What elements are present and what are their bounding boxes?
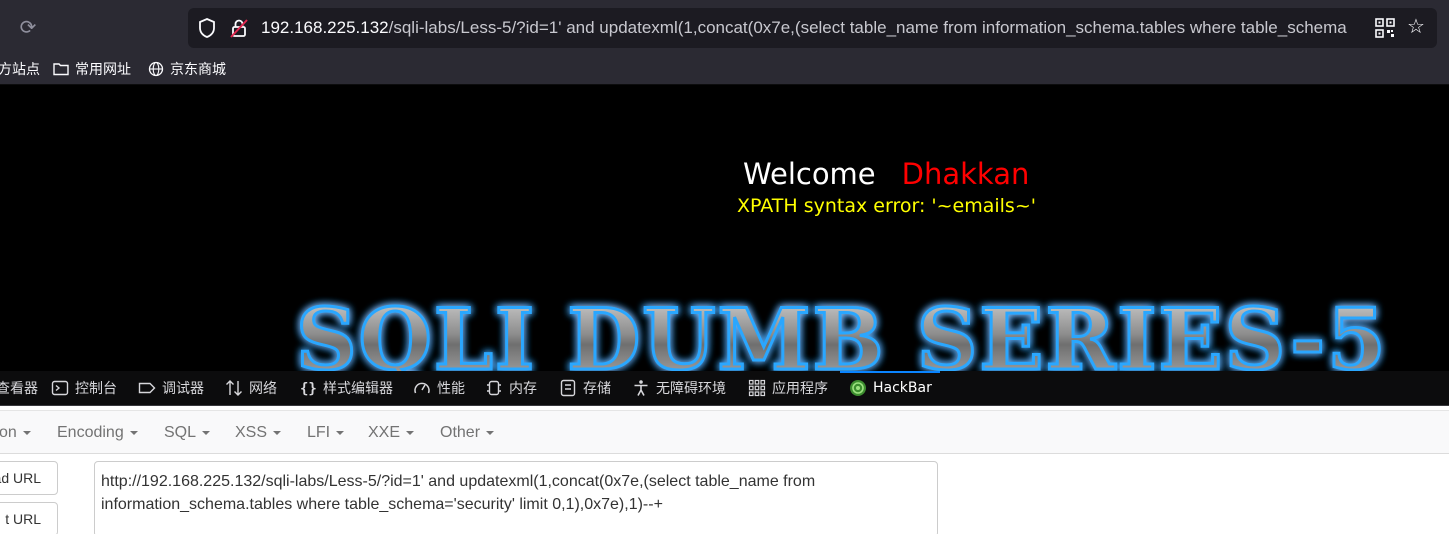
insecure-lock-icon[interactable] xyxy=(230,18,248,38)
tab-label: HackBar xyxy=(873,380,932,396)
bookmark-jd[interactable]: 京东商城 xyxy=(148,59,226,79)
url-host: 192.168.225.132 xyxy=(261,18,389,37)
menu-label: Other xyxy=(440,424,481,441)
chevron-down-icon xyxy=(486,430,495,435)
reload-icon[interactable]: ⟳ xyxy=(16,16,40,40)
bookmark-label: 方站点 xyxy=(0,62,40,78)
tab-style-editor[interactable]: {} 样式编辑器 xyxy=(299,377,393,399)
tab-label: 调试器 xyxy=(162,381,204,397)
tab-label: 性能 xyxy=(437,381,465,397)
tab-network[interactable]: 网络 xyxy=(225,377,277,399)
tab-storage[interactable]: 存储 xyxy=(559,377,611,399)
shield-icon[interactable] xyxy=(198,18,216,38)
menu-encoding[interactable]: Encoding xyxy=(57,424,138,442)
performance-icon xyxy=(414,382,430,394)
tab-label: 存储 xyxy=(583,381,611,397)
tab-label: 应用程序 xyxy=(772,381,828,397)
welcome-line: Welcome Dhakkan xyxy=(743,157,1029,192)
bookmarks-bar: 方站点 常用网址 京东商城 xyxy=(0,54,1449,85)
menu-label: XXE xyxy=(368,424,401,441)
tab-label: 无障碍环境 xyxy=(656,381,726,397)
menu-label: LFI xyxy=(307,424,331,441)
bookmark-folder-common[interactable]: 常用网址 xyxy=(53,59,131,79)
folder-icon xyxy=(53,63,69,76)
address-bar[interactable]: 192.168.225.132/sqli-labs/Less-5/?id=1' … xyxy=(188,8,1437,48)
devtools-tabbar: 查看器 控制台 调试器 网络 {} 样式编辑器 性能 内存 存储 无障碍环境 应 xyxy=(0,371,1449,406)
split-url-button[interactable]: t URL xyxy=(0,502,58,534)
console-icon xyxy=(51,380,69,396)
tab-label: 网络 xyxy=(249,381,277,397)
tab-memory[interactable]: 内存 xyxy=(485,377,537,399)
menu-label: Encoding xyxy=(57,424,124,441)
accessibility-icon xyxy=(634,380,648,396)
menu-xss[interactable]: XSS xyxy=(235,424,282,442)
application-icon xyxy=(748,379,766,397)
debugger-icon xyxy=(138,382,156,394)
tab-console[interactable]: 控制台 xyxy=(51,377,117,399)
hackbar-panel: on Encoding SQL XSS LFI XXE Other ad URL… xyxy=(0,406,1449,534)
style-editor-icon: {} xyxy=(300,381,317,397)
menu-other[interactable]: Other xyxy=(440,424,495,442)
tab-label: 控制台 xyxy=(75,381,117,397)
memory-icon xyxy=(487,380,501,396)
qr-code-icon[interactable] xyxy=(1375,18,1395,38)
tab-application[interactable]: 应用程序 xyxy=(748,377,828,399)
svg-text:{}: {} xyxy=(300,381,317,397)
tab-performance[interactable]: 性能 xyxy=(413,377,465,399)
sqli-banner-logo: SQLI DUMB SERIES-5 xyxy=(295,291,1388,371)
network-icon xyxy=(226,380,242,396)
hackbar-icon xyxy=(850,380,866,396)
browser-toolbar: ⟳ 192.168.225.132/sqli-labs/Less-5/?id=1… xyxy=(0,0,1449,54)
chevron-down-icon xyxy=(273,430,282,435)
tab-label: 查看器 xyxy=(0,381,38,397)
hackbar-menubar: on Encoding SQL XSS LFI XXE Other xyxy=(0,410,1449,454)
bookmark-item[interactable]: 方站点 xyxy=(0,59,40,79)
chevron-down-icon xyxy=(406,430,415,435)
chevron-down-icon xyxy=(22,430,31,435)
menu-lfi[interactable]: LFI xyxy=(307,424,345,442)
globe-icon xyxy=(148,61,164,77)
tab-accessibility[interactable]: 无障碍环境 xyxy=(632,377,726,399)
load-url-button[interactable]: ad URL xyxy=(0,461,58,495)
bookmark-label: 常用网址 xyxy=(75,62,131,78)
banner-text: SQLI DUMB SERIES-5 xyxy=(296,291,1388,371)
menu-xxe[interactable]: XXE xyxy=(368,424,415,442)
error-message: XPATH syntax error: '~emails~' xyxy=(737,195,1036,217)
menu-label: on xyxy=(0,424,17,441)
url-textarea[interactable] xyxy=(94,461,938,534)
bookmark-label: 京东商城 xyxy=(170,62,226,78)
menu-label: XSS xyxy=(235,424,268,441)
bookmark-star-icon[interactable]: ☆ xyxy=(1405,16,1427,38)
menu-label: SQL xyxy=(164,424,197,441)
storage-icon xyxy=(560,379,576,397)
tab-label: 样式编辑器 xyxy=(323,381,393,397)
chevron-down-icon xyxy=(202,430,211,435)
menu-sql[interactable]: SQL xyxy=(164,424,211,442)
welcome-text: Welcome xyxy=(743,157,876,191)
url-path: /sqli-labs/Less-5/?id=1' and updatexml(1… xyxy=(388,18,1347,37)
tab-label: 内存 xyxy=(509,381,537,397)
menu-dropdown-first[interactable]: on xyxy=(0,424,31,442)
chevron-down-icon xyxy=(129,430,138,435)
chevron-down-icon xyxy=(336,430,345,435)
tab-debugger[interactable]: 调试器 xyxy=(138,377,204,399)
web-page: Welcome Dhakkan XPATH syntax error: '~ema… xyxy=(0,85,1449,371)
username-text: Dhakkan xyxy=(901,157,1030,191)
active-tab-indicator xyxy=(840,371,940,373)
url-text[interactable]: 192.168.225.132/sqli-labs/Less-5/?id=1' … xyxy=(261,18,1361,38)
tab-hackbar[interactable]: HackBar xyxy=(849,377,932,399)
tab-inspector[interactable]: 查看器 xyxy=(0,377,38,399)
hackbar-body: ad URL t URL xyxy=(0,454,1449,534)
